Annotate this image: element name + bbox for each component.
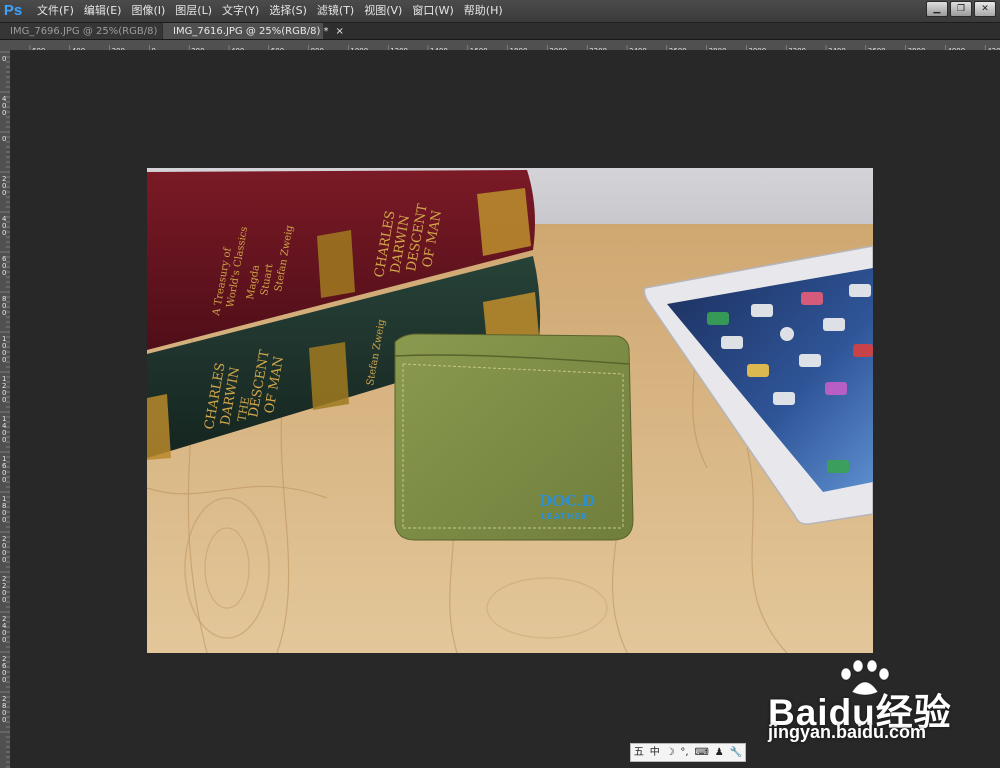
menu-edit[interactable]: 编辑(E) (79, 0, 127, 22)
ruler-v-label: 0 (2, 309, 6, 317)
menu-filter[interactable]: 滤镜(T) (312, 0, 359, 22)
close-button[interactable]: ✕ (974, 1, 996, 17)
window-controls: ▁ ❐ ✕ (926, 1, 996, 17)
ruler-v-label: 0 (2, 716, 6, 724)
ime-toolbar: 五 中 ☽ °, ⌨ ♟ 🔧 (630, 743, 746, 762)
ruler-v-label: 0 (2, 516, 6, 524)
tab-img-7616[interactable]: IMG_7616.JPG @ 25%(RGB/8) * × (163, 23, 344, 39)
ime-user-icon[interactable]: ♟ (715, 745, 724, 760)
wallet: DOC.D LEATHER (394, 333, 634, 541)
ruler-v-label: 0 (2, 436, 6, 444)
document-image[interactable]: A Treasury of World's Classics Magda Stu… (147, 168, 873, 653)
tab-close-icon[interactable]: × (333, 26, 349, 37)
ime-settings-icon[interactable]: 🔧 (730, 745, 742, 760)
menu-image[interactable]: 图像(I) (126, 0, 170, 22)
ruler-v-label: 0 (2, 55, 6, 63)
photoshop-logo[interactable]: Ps (2, 1, 24, 21)
ruler-v-label: 0 (2, 356, 6, 364)
menu-window[interactable]: 窗口(W) (407, 0, 458, 22)
vertical-ruler-ticks: 0400020040060080010001200140016001800200… (0, 51, 10, 768)
menu-list: 文件(F) 编辑(E) 图像(I) 图层(L) 文字(Y) 选择(S) 滤镜(T… (32, 0, 508, 22)
ruler-v-label: 0 (2, 556, 6, 564)
horizontal-ruler[interactable]: 600 400 200 0 200 400 600 800 1000 1200 1400 1600 18… (10, 40, 1000, 51)
tab-label: IMG_7616.JPG @ 25%(RGB/8) * (173, 25, 329, 37)
menu-bar: Ps 文件(F) 编辑(E) 图像(I) 图层(L) 文字(Y) 选择(S) 滤… (0, 0, 1000, 23)
ime-punctuation-icon[interactable]: °, (680, 745, 688, 760)
tab-label: IMG_7696.JPG @ 25%(RGB/8) (10, 25, 158, 37)
wallet-brand: DOC.D (539, 492, 595, 510)
ruler-v-label: 0 (2, 229, 6, 237)
menu-select[interactable]: 选择(S) (264, 0, 312, 22)
ruler-v-label: 0 (2, 636, 6, 644)
ruler-v-label: 0 (2, 269, 6, 277)
watermark-url: jingyan.baidu.com (768, 722, 927, 742)
menu-help[interactable]: 帮助(H) (459, 0, 508, 22)
menu-type[interactable]: 文字(Y) (217, 0, 264, 22)
tab-img-7696[interactable]: IMG_7696.JPG @ 25%(RGB/8) × (0, 23, 173, 39)
ruler-origin[interactable] (0, 40, 10, 50)
ime-chinese-toggle[interactable]: 中 (650, 745, 660, 760)
ruler-v-label: 0 (2, 135, 6, 143)
baidu-watermark: Baidu经验 jingyan.baidu.com (768, 660, 1000, 768)
ime-halfwidth-icon[interactable]: ☽ (666, 745, 675, 760)
ruler-v-label: 0 (2, 476, 6, 484)
ruler-v-label: 0 (2, 676, 6, 684)
ruler-v-label: 0 (2, 596, 6, 604)
document-tab-bar: IMG_7696.JPG @ 25%(RGB/8) × IMG_7616.JPG… (0, 23, 1000, 40)
vertical-ruler[interactable]: 0400020040060080010001200140016001800200… (0, 50, 11, 768)
wallet-brand-sub: LEATHER (541, 512, 588, 521)
menu-file[interactable]: 文件(F) (32, 0, 79, 22)
ime-mode-icon[interactable]: 五 (634, 745, 644, 760)
menu-view[interactable]: 视图(V) (359, 0, 407, 22)
ruler-v-label: 0 (2, 189, 6, 197)
ruler-v-label: 0 (2, 396, 6, 404)
menu-layer[interactable]: 图层(L) (170, 0, 217, 22)
restore-button[interactable]: ❐ (950, 1, 972, 17)
ruler-v-label: 0 (2, 109, 6, 117)
product-photo: A Treasury of World's Classics Magda Stu… (147, 168, 873, 653)
minimize-button[interactable]: ▁ (926, 1, 948, 17)
ime-keyboard-icon[interactable]: ⌨ (694, 745, 708, 760)
